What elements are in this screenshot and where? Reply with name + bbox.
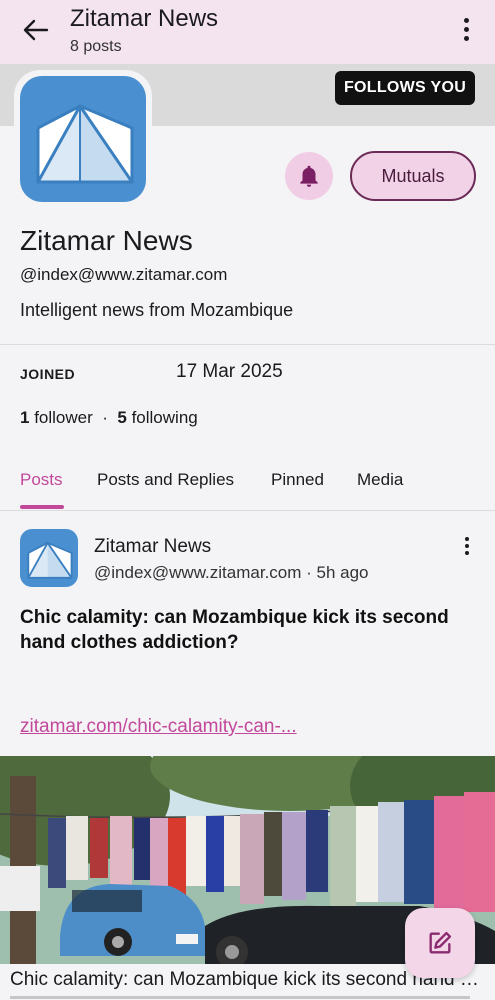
following-link[interactable]: 5 following (117, 408, 197, 427)
post-more-vertical-icon[interactable] (458, 535, 476, 559)
following-label: following (131, 408, 198, 427)
followers-label: follower (34, 408, 93, 427)
zitamar-logo-icon (36, 104, 134, 184)
active-tab-indicator (20, 505, 64, 509)
profile-bio: Intelligent news from Mozambique (20, 300, 294, 320)
compose-button[interactable] (405, 908, 475, 978)
followers-link[interactable]: 1 follower (20, 408, 93, 427)
divider (0, 510, 495, 511)
notify-bell-button[interactable] (285, 152, 333, 200)
link-preview-description-cut (10, 994, 480, 1000)
post-author-name[interactable]: Zitamar News (94, 536, 211, 558)
display-name: Zitamar News (20, 225, 193, 256)
profile-tabs: Posts Posts and Replies Pinned Media (0, 462, 495, 510)
tab-pinned[interactable]: Pinned (271, 470, 324, 490)
post-author-avatar[interactable] (20, 529, 78, 587)
tab-media[interactable]: Media (357, 470, 403, 490)
followers-count: 1 (20, 408, 30, 427)
divider (0, 344, 495, 345)
post-meta: @index@www.zitamar.com · 5h ago (94, 563, 369, 582)
zitamar-logo-icon (27, 541, 73, 579)
following-count: 5 (117, 408, 127, 427)
stats-separator: · (102, 408, 108, 427)
back-arrow-icon[interactable] (20, 14, 52, 46)
avatar[interactable] (20, 76, 146, 202)
follow-status-button[interactable]: Mutuals (350, 151, 476, 201)
follows-you-badge: FOLLOWS YOU (335, 71, 475, 105)
tab-posts-and-replies[interactable]: Posts and Replies (97, 470, 234, 490)
post-count: 8 posts (70, 38, 122, 55)
page-title: Zitamar News (70, 5, 219, 32)
tab-posts[interactable]: Posts (20, 470, 63, 490)
joined-label: JOINED (20, 366, 76, 382)
profile-handle: @index@www.zitamar.com (20, 265, 228, 284)
bell-icon (300, 165, 318, 187)
compose-icon (429, 931, 452, 954)
post-text: Chic calamity: can Mozambique kick its s… (20, 607, 449, 653)
top-app-bar: Zitamar News 8 posts (0, 0, 495, 64)
joined-date: 17 Mar 2025 (176, 361, 283, 382)
more-vertical-icon[interactable] (456, 16, 476, 44)
follow-stats: 1 follower · 5 following (20, 408, 198, 428)
post-link[interactable]: zitamar.com/chic-calamity-can-... (20, 716, 297, 738)
